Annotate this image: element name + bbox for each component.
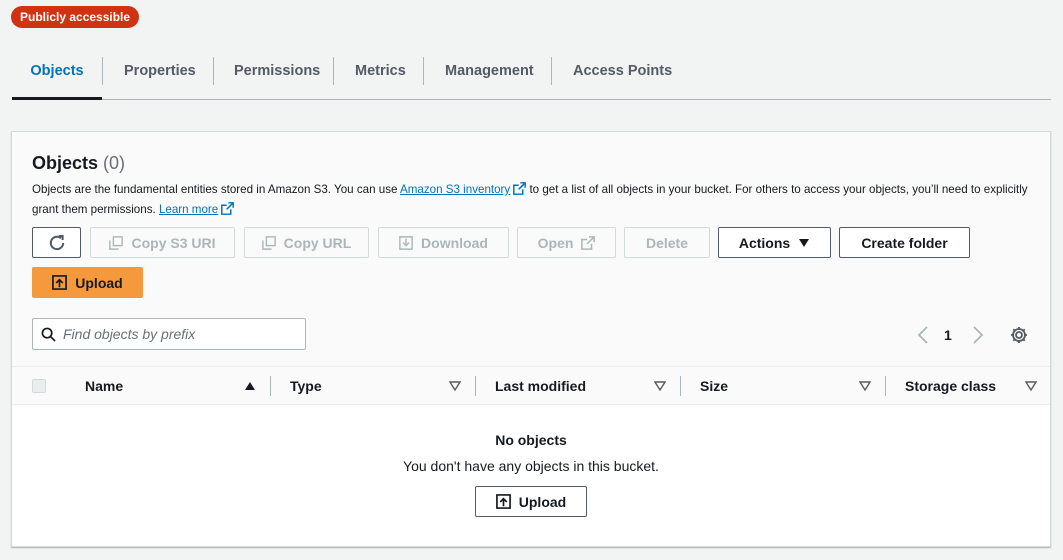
copy-s3-uri-label: Copy S3 URI [131, 234, 216, 251]
empty-upload-label: Upload [518, 493, 567, 510]
chevron-left-icon[interactable] [917, 325, 929, 345]
objects-description: Objects are the fundamental entities sto… [32, 180, 1032, 220]
create-folder-label: Create folder [861, 234, 948, 251]
tab-metrics[interactable]: Metrics [355, 48, 406, 99]
refresh-icon [49, 234, 64, 250]
download-button[interactable]: Download [378, 227, 509, 258]
download-icon [399, 235, 413, 250]
objects-title: Objects (0) [32, 153, 125, 174]
external-link-icon [513, 182, 527, 195]
column-last-modified[interactable]: Last modified [495, 367, 586, 405]
open-button[interactable]: Open [517, 227, 616, 258]
select-all-checkbox[interactable] [32, 379, 46, 393]
gear-icon[interactable] [1009, 325, 1029, 345]
tab-divider [423, 57, 424, 85]
upload-icon [52, 275, 68, 290]
empty-state-text: You don't have any objects in this bucke… [403, 458, 659, 474]
search-box [32, 318, 306, 350]
copy-url-label: Copy URL [283, 234, 352, 251]
column-divider [270, 376, 271, 396]
tab-properties[interactable]: Properties [124, 48, 196, 99]
column-divider [65, 376, 66, 396]
tab-divider [102, 57, 103, 85]
upload-button[interactable]: Upload [32, 267, 143, 298]
delete-label: Delete [645, 234, 689, 251]
tab-divider [333, 57, 334, 85]
bucket-tabs: Objects Properties Permissions Metrics M… [12, 48, 1051, 100]
external-link-icon [221, 202, 235, 215]
column-name[interactable]: Name [85, 367, 123, 405]
current-page[interactable]: 1 [944, 325, 952, 345]
table-body: No objects You don't have any objects in… [12, 405, 1050, 546]
copy-s3-uri-button[interactable]: Copy S3 URI [90, 227, 235, 258]
actions-dropdown[interactable]: Actions [718, 227, 831, 258]
column-size[interactable]: Size [700, 367, 728, 405]
sort-icon[interactable] [859, 381, 871, 391]
column-type[interactable]: Type [290, 367, 322, 405]
caret-down-icon [799, 238, 810, 247]
public-access-badge: Publicly accessible [11, 6, 140, 28]
open-label: Open [537, 234, 574, 251]
sort-icon[interactable] [654, 381, 666, 391]
copy-icon [109, 235, 124, 250]
upload-icon [495, 494, 511, 509]
objects-count: (0) [103, 153, 126, 173]
external-link-icon [581, 235, 596, 250]
column-divider [475, 376, 476, 396]
sort-icon[interactable] [449, 381, 461, 391]
delete-button[interactable]: Delete [624, 227, 710, 258]
column-storage-class[interactable]: Storage class [905, 367, 996, 405]
actions-label: Actions [738, 234, 791, 251]
objects-title-text: Objects [32, 153, 99, 173]
empty-state-title: No objects [495, 432, 567, 448]
table-header: Name Type Last modified Size Storage cla… [12, 366, 1050, 405]
create-folder-button[interactable]: Create folder [839, 227, 970, 258]
search-icon [41, 327, 56, 342]
learn-more-link[interactable]: Learn more [159, 203, 218, 216]
column-divider [680, 376, 681, 396]
empty-upload-button[interactable]: Upload [475, 486, 587, 517]
tab-divider [213, 57, 214, 85]
tab-access-points[interactable]: Access Points [573, 48, 672, 99]
tab-objects[interactable]: Objects [12, 48, 102, 100]
tab-divider [551, 57, 552, 85]
chevron-right-icon[interactable] [972, 325, 984, 345]
description-text: Objects are the fundamental entities sto… [32, 183, 401, 196]
copy-url-button[interactable]: Copy URL [244, 227, 369, 258]
tab-management[interactable]: Management [445, 48, 534, 99]
inventory-link[interactable]: Amazon S3 inventory [400, 183, 510, 196]
refresh-button[interactable] [32, 227, 81, 258]
search-input[interactable] [63, 319, 298, 349]
column-divider [885, 376, 886, 396]
tab-permissions[interactable]: Permissions [234, 48, 320, 99]
objects-panel: Objects (0) Objects are the fundamental … [11, 131, 1051, 547]
upload-label: Upload [75, 274, 123, 291]
copy-icon [261, 235, 276, 250]
sort-asc-icon[interactable] [244, 381, 256, 391]
download-label: Download [421, 234, 488, 251]
sort-icon[interactable] [1025, 381, 1037, 391]
